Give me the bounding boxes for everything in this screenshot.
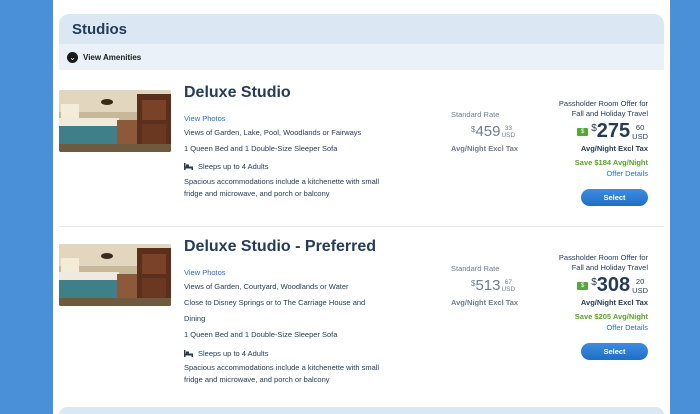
view-amenities-label: View Amenities (83, 52, 142, 62)
standard-rate-sub: Avg/Night Excl Tax (451, 298, 519, 307)
standard-price-cents: 67 USD (501, 279, 515, 293)
bed-icon (184, 350, 193, 357)
savings-text: Save $205 Avg/Night (574, 312, 648, 321)
standard-price-whole: 513 (475, 277, 501, 294)
divider (59, 226, 664, 227)
section-title: Studios (72, 21, 127, 38)
room-description-line: Spacious accommodations include a kitche… (184, 177, 380, 186)
room-view-info: Views of Garden, Lake, Pool, Woodlands o… (184, 128, 362, 137)
room-results-panel: Studios ⌄ View Amenities Deluxe Studio V… (53, 0, 670, 414)
offer-title: Passholder Room Offer for Fall and Holid… (538, 99, 648, 119)
sleeps-info: Sleeps up to 4 Adults (184, 349, 268, 358)
sleeps-label: Sleeps up to 4 Adults (198, 162, 269, 171)
offer-title-line: Fall and Holiday Travel (571, 263, 648, 272)
chevron-down-icon: ⌄ (67, 51, 78, 63)
offer-details-link[interactable]: Offer Details (606, 323, 648, 332)
offer-price-whole: 308 (596, 274, 631, 296)
offer-rate-sub: Avg/Night Excl Tax (580, 144, 648, 153)
standard-cents-value: 33 (504, 125, 512, 132)
offer-rate-sub: Avg/Night Excl Tax (580, 298, 648, 307)
room-photo[interactable] (59, 90, 171, 152)
standard-currency: USD (501, 286, 516, 293)
room-card: Deluxe Studio View Photos Views of Garde… (53, 80, 670, 226)
room-name: Deluxe Studio (184, 84, 291, 101)
offer-cents-value: 60 (635, 123, 645, 132)
standard-price-whole: 459 (475, 123, 501, 140)
offer-cents-value: 20 (635, 277, 645, 286)
offer-title-line: Passholder Room Offer for (558, 253, 648, 262)
offer-price: $ $ 275 60 USD (577, 120, 648, 143)
savings-text: Save $184 Avg/Night (574, 158, 648, 167)
offer-price-whole: 275 (596, 120, 631, 142)
offer-price-cents: 60 USD (632, 123, 648, 141)
offer-title-line: Fall and Holiday Travel (571, 109, 648, 118)
bed-icon (184, 163, 193, 170)
room-description-line: fridge and microwave, and porch or balco… (184, 375, 330, 384)
room-location-info: Close to Disney Springs or to The Carria… (184, 298, 366, 307)
offer-details-link[interactable]: Offer Details (606, 169, 648, 178)
standard-price: $ 513 67 USD (471, 277, 515, 294)
offer-price-cents: 20 USD (632, 277, 648, 295)
room-location-info: Dining (184, 314, 206, 323)
section-header: Studios ⌄ View Amenities (59, 14, 664, 70)
standard-cents-value: 67 (504, 279, 512, 286)
view-photos-link[interactable]: View Photos (184, 268, 226, 277)
tag-icon: $ (577, 128, 589, 136)
room-name: Deluxe Studio - Preferred (184, 238, 377, 255)
offer-title: Passholder Room Offer for Fall and Holid… (538, 253, 648, 273)
standard-price: $ 459 33 USD (471, 123, 515, 140)
sleeps-label: Sleeps up to 4 Adults (198, 349, 269, 358)
offer-currency: USD (632, 132, 648, 141)
offer-price: $ $ 308 20 USD (577, 274, 648, 297)
room-photo[interactable] (59, 244, 171, 306)
standard-currency: USD (501, 132, 516, 139)
room-description-line: fridge and microwave, and porch or balco… (184, 189, 330, 198)
room-view-info: Views of Garden, Courtyard, Woodlands or… (184, 282, 349, 291)
view-photos-link[interactable]: View Photos (184, 114, 226, 123)
sleeps-info: Sleeps up to 4 Adults (184, 162, 268, 171)
standard-rate-label: Standard Rate (451, 264, 500, 273)
offer-currency: USD (632, 286, 648, 295)
standard-rate-sub: Avg/Night Excl Tax (451, 144, 519, 153)
standard-rate-label: Standard Rate (451, 110, 500, 119)
room-bed-info: 1 Queen Bed and 1 Double-Size Sleeper So… (184, 330, 338, 339)
select-button[interactable]: Select (581, 343, 648, 360)
next-section-header (59, 407, 664, 414)
select-button[interactable]: Select (581, 189, 648, 206)
room-bed-info: 1 Queen Bed and 1 Double-Size Sleeper So… (184, 144, 338, 153)
standard-price-cents: 33 USD (501, 125, 515, 139)
view-amenities-toggle[interactable]: ⌄ View Amenities (59, 44, 664, 70)
room-description-line: Spacious accommodations include a kitche… (184, 363, 380, 372)
tag-icon: $ (577, 282, 589, 290)
offer-title-line: Passholder Room Offer for (558, 99, 648, 108)
room-card: Deluxe Studio - Preferred View Photos Vi… (53, 234, 670, 394)
